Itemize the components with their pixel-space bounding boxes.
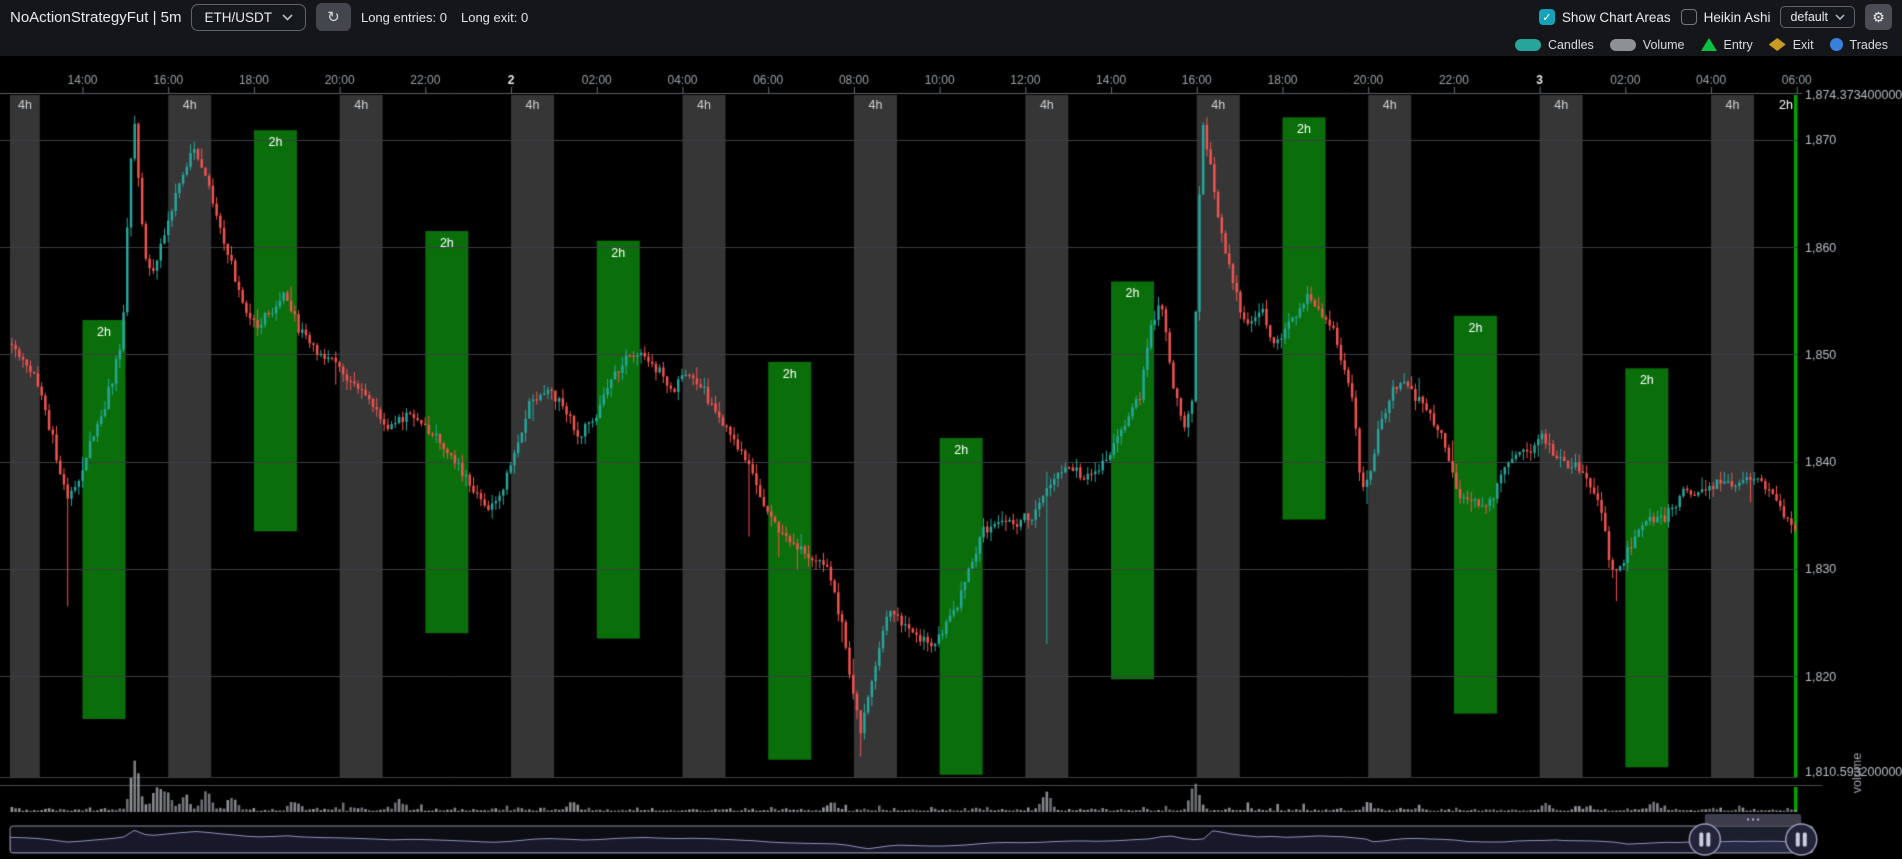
- chevron-down-icon: [1835, 14, 1845, 20]
- plot-config-select[interactable]: default: [1780, 6, 1855, 28]
- heikin-ashi-checkbox[interactable]: Heikin Ashi: [1681, 9, 1771, 25]
- exit-diamond-icon: [1769, 38, 1786, 51]
- refresh-button[interactable]: ↻: [316, 3, 351, 31]
- show-chart-areas-checkbox[interactable]: ✓ Show Chart Areas: [1539, 9, 1671, 25]
- price-chart-canvas[interactable]: [0, 56, 1902, 859]
- pair-select-value: ETH/USDT: [204, 10, 272, 25]
- trade-stats: Long entries: 0 Long exit: 0: [361, 10, 528, 25]
- legend-item-volume[interactable]: Volume: [1610, 38, 1685, 52]
- settings-button[interactable]: ⚙: [1865, 4, 1892, 30]
- legend-label: Exit: [1793, 38, 1814, 52]
- chevron-down-icon: [282, 14, 293, 21]
- volume-swatch-icon: [1610, 39, 1636, 51]
- legend-item-candles[interactable]: Candles: [1515, 38, 1594, 52]
- legend-item-trades[interactable]: Trades: [1830, 38, 1888, 52]
- heikin-ashi-label: Heikin Ashi: [1704, 10, 1771, 25]
- chart-legend: Candles Volume Entry Exit Trades: [0, 33, 1902, 56]
- legend-label: Candles: [1548, 38, 1594, 52]
- pair-select[interactable]: ETH/USDT: [191, 4, 306, 31]
- candles-swatch-icon: [1515, 39, 1541, 51]
- checkbox-checked-icon: ✓: [1539, 9, 1555, 25]
- top-toolbar: NoActionStrategyFut | 5m ETH/USDT ↻ Long…: [0, 0, 1902, 34]
- trades-circle-icon: [1830, 38, 1843, 51]
- legend-item-entry[interactable]: Entry: [1701, 38, 1753, 52]
- entry-triangle-icon: [1701, 38, 1717, 51]
- gear-icon: ⚙: [1872, 9, 1885, 26]
- legend-item-exit[interactable]: Exit: [1769, 38, 1814, 52]
- checkbox-unchecked-icon: [1681, 9, 1697, 25]
- strategy-title: NoActionStrategyFut | 5m: [10, 9, 181, 26]
- refresh-icon: ↻: [327, 8, 340, 26]
- long-exit-stat: Long exit: 0: [461, 10, 528, 25]
- long-entries-stat: Long entries: 0: [361, 10, 447, 25]
- legend-label: Entry: [1724, 38, 1753, 52]
- plot-config-value: default: [1790, 10, 1828, 24]
- legend-label: Trades: [1850, 38, 1888, 52]
- legend-label: Volume: [1643, 38, 1685, 52]
- show-chart-areas-label: Show Chart Areas: [1562, 10, 1671, 25]
